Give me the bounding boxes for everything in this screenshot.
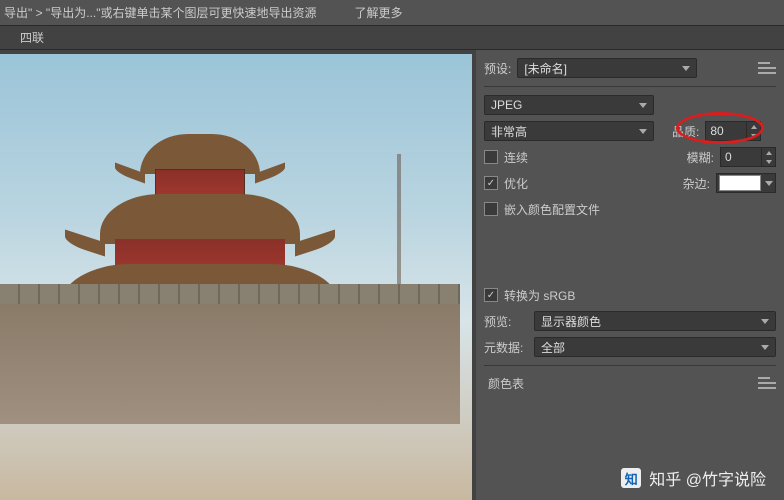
settings-panel: 预设: [未命名] JPEG 非常高 品质: 80 连续 模糊: 0 优化 杂边… bbox=[476, 50, 784, 500]
metadata-dropdown[interactable]: 全部 bbox=[534, 337, 776, 357]
blur-label: 模糊: bbox=[687, 149, 714, 166]
convert-srgb-checkbox[interactable] bbox=[484, 288, 498, 302]
blur-input[interactable]: 0 bbox=[720, 147, 762, 167]
color-table-menu-icon[interactable] bbox=[758, 377, 776, 389]
tab-four-up[interactable]: 四联 bbox=[12, 27, 52, 48]
learn-more-link[interactable]: 了解更多 bbox=[346, 2, 410, 23]
preview-canvas[interactable] bbox=[0, 54, 472, 500]
optimized-checkbox[interactable] bbox=[484, 176, 498, 190]
watermark: 知 知乎 @竹字说险 bbox=[621, 466, 766, 490]
optimized-label: 优化 bbox=[504, 175, 528, 192]
embed-profile-label: 嵌入颜色配置文件 bbox=[504, 201, 600, 218]
convert-srgb-label: 转换为 sRGB bbox=[504, 287, 575, 304]
tab-bar: 四联 bbox=[0, 26, 784, 50]
matte-color[interactable] bbox=[716, 173, 776, 193]
quality-spinner[interactable] bbox=[747, 121, 761, 141]
preset-dropdown[interactable]: [未命名] bbox=[517, 58, 697, 78]
blur-spinner[interactable] bbox=[762, 147, 776, 167]
preset-label: 预设: bbox=[484, 60, 511, 77]
preview-area bbox=[0, 50, 476, 500]
progressive-label: 连续 bbox=[504, 149, 528, 166]
embed-profile-checkbox[interactable] bbox=[484, 202, 498, 216]
preview-label: 预览: bbox=[484, 313, 528, 330]
metadata-label: 元数据: bbox=[484, 339, 528, 356]
quality-preset-dropdown[interactable]: 非常高 bbox=[484, 121, 654, 141]
color-table-label: 颜色表 bbox=[488, 375, 524, 392]
quality-input[interactable]: 80 bbox=[705, 121, 747, 141]
progressive-checkbox[interactable] bbox=[484, 150, 498, 164]
watermark-text: 知乎 @竹字说险 bbox=[649, 466, 766, 490]
panel-menu-icon[interactable] bbox=[758, 62, 776, 74]
format-dropdown[interactable]: JPEG bbox=[484, 95, 654, 115]
zhihu-icon: 知 bbox=[621, 468, 641, 488]
breadcrumb-text: 导出" > "导出为..."或右键单击某个图层可更快速地导出资源 bbox=[4, 4, 316, 21]
quality-label: 品质: bbox=[672, 123, 699, 140]
info-bar: 导出" > "导出为..."或右键单击某个图层可更快速地导出资源 了解更多 bbox=[0, 0, 784, 26]
preview-dropdown[interactable]: 显示器颜色 bbox=[534, 311, 776, 331]
matte-label: 杂边: bbox=[683, 175, 710, 192]
